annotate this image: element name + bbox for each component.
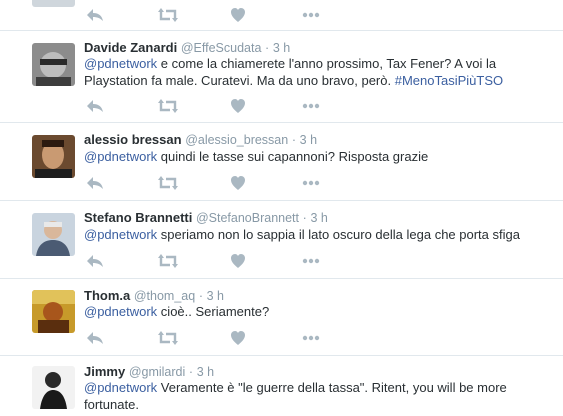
mention-link[interactable]: @pdnetwork — [84, 304, 157, 319]
reply-icon[interactable] — [86, 7, 106, 23]
reply-icon[interactable] — [86, 330, 106, 346]
avatar[interactable] — [32, 43, 75, 86]
hashtag-link[interactable]: #MenoTasiPiùTSO — [395, 73, 503, 88]
avatar[interactable] — [32, 213, 75, 256]
tweet-item[interactable]: alessio bressan @alessio_bressan · 3 h @… — [0, 123, 563, 201]
tweet-actions — [86, 98, 326, 114]
more-icon[interactable] — [302, 98, 322, 114]
tweet-header: Davide Zanardi @EffeScudata · 3 h — [84, 40, 290, 56]
more-icon[interactable] — [302, 7, 322, 23]
reply-icon[interactable] — [86, 98, 106, 114]
user-handle[interactable]: @StefanoBrannett — [196, 211, 299, 225]
timestamp[interactable]: 3 h — [207, 289, 224, 303]
more-icon[interactable] — [302, 175, 322, 191]
reply-icon[interactable] — [86, 253, 106, 269]
tweet-header: alessio bressan @alessio_bressan · 3 h — [84, 132, 317, 148]
user-handle[interactable]: @alessio_bressan — [185, 133, 288, 147]
avatar[interactable] — [32, 366, 75, 409]
tweet-actions — [86, 330, 326, 346]
tweet-actions — [86, 7, 326, 23]
retweet-icon[interactable] — [158, 253, 178, 269]
separator: · — [198, 289, 203, 303]
user-handle[interactable]: @gmilardi — [129, 365, 185, 379]
heart-icon[interactable] — [230, 253, 250, 269]
tweet-header: Thom.a @thom_aq · 3 h — [84, 288, 224, 304]
tweet-item[interactable]: Davide Zanardi @EffeScudata · 3 h @pdnet… — [0, 31, 563, 123]
tweet-text: @pdnetwork e come la chiamerete l'anno p… — [84, 55, 544, 89]
user-name[interactable]: Davide Zanardi — [84, 40, 177, 55]
tweet-item[interactable]: Jimmy @gmilardi · 3 h @pdnetwork Veramen… — [0, 356, 563, 416]
heart-icon[interactable] — [230, 175, 250, 191]
tweet-partial — [0, 0, 563, 31]
mention-link[interactable]: @pdnetwork — [84, 56, 157, 71]
tweet-body: quindi le tasse sui capannoni? Risposta … — [157, 149, 429, 164]
reply-icon[interactable] — [86, 175, 106, 191]
tweet-item[interactable]: Stefano Brannetti @StefanoBrannett · 3 h… — [0, 201, 563, 279]
tweet-text: @pdnetwork quindi le tasse sui capannoni… — [84, 148, 544, 165]
separator: · — [188, 365, 194, 379]
avatar[interactable] — [32, 0, 75, 7]
user-name[interactable]: Thom.a — [84, 288, 130, 303]
avatar[interactable] — [32, 135, 75, 178]
user-handle[interactable]: @EffeScudata — [181, 41, 262, 55]
timestamp[interactable]: 3 h — [300, 133, 317, 147]
retweet-icon[interactable] — [158, 98, 178, 114]
separator: · — [302, 211, 307, 225]
separator: · — [291, 133, 297, 147]
timestamp[interactable]: 3 h — [310, 211, 327, 225]
tweet-body: speriamo non lo sappia il lato oscuro de… — [157, 227, 520, 242]
separator: · — [265, 41, 270, 55]
heart-icon[interactable] — [230, 7, 250, 23]
user-name[interactable]: alessio bressan — [84, 132, 182, 147]
timestamp[interactable]: 3 h — [273, 41, 290, 55]
more-icon[interactable] — [302, 330, 322, 346]
heart-icon[interactable] — [230, 330, 250, 346]
tweet-actions — [86, 175, 326, 191]
tweet-item[interactable]: Thom.a @thom_aq · 3 h @pdnetwork cioè.. … — [0, 279, 563, 356]
retweet-icon[interactable] — [158, 7, 178, 23]
heart-icon[interactable] — [230, 98, 250, 114]
timestamp[interactable]: 3 h — [197, 365, 214, 379]
avatar[interactable] — [32, 290, 75, 333]
tweet-body: cioè.. Seriamente? — [157, 304, 270, 319]
user-name[interactable]: Stefano Brannetti — [84, 210, 192, 225]
tweet-text: @pdnetwork speriamo non lo sappia il lat… — [84, 226, 544, 243]
tweet-text: @pdnetwork Veramente è "le guerre della … — [84, 379, 544, 413]
user-handle[interactable]: @thom_aq — [134, 289, 195, 303]
mention-link[interactable]: @pdnetwork — [84, 227, 157, 242]
tweet-header: Jimmy @gmilardi · 3 h — [84, 364, 214, 380]
tweet-actions — [86, 253, 326, 269]
mention-link[interactable]: @pdnetwork — [84, 380, 157, 395]
more-icon[interactable] — [302, 253, 322, 269]
mention-link[interactable]: @pdnetwork — [84, 149, 157, 164]
retweet-icon[interactable] — [158, 175, 178, 191]
tweet-header: Stefano Brannetti @StefanoBrannett · 3 h — [84, 210, 328, 226]
retweet-icon[interactable] — [158, 330, 178, 346]
user-name[interactable]: Jimmy — [84, 364, 125, 379]
tweet-text: @pdnetwork cioè.. Seriamente? — [84, 303, 544, 320]
